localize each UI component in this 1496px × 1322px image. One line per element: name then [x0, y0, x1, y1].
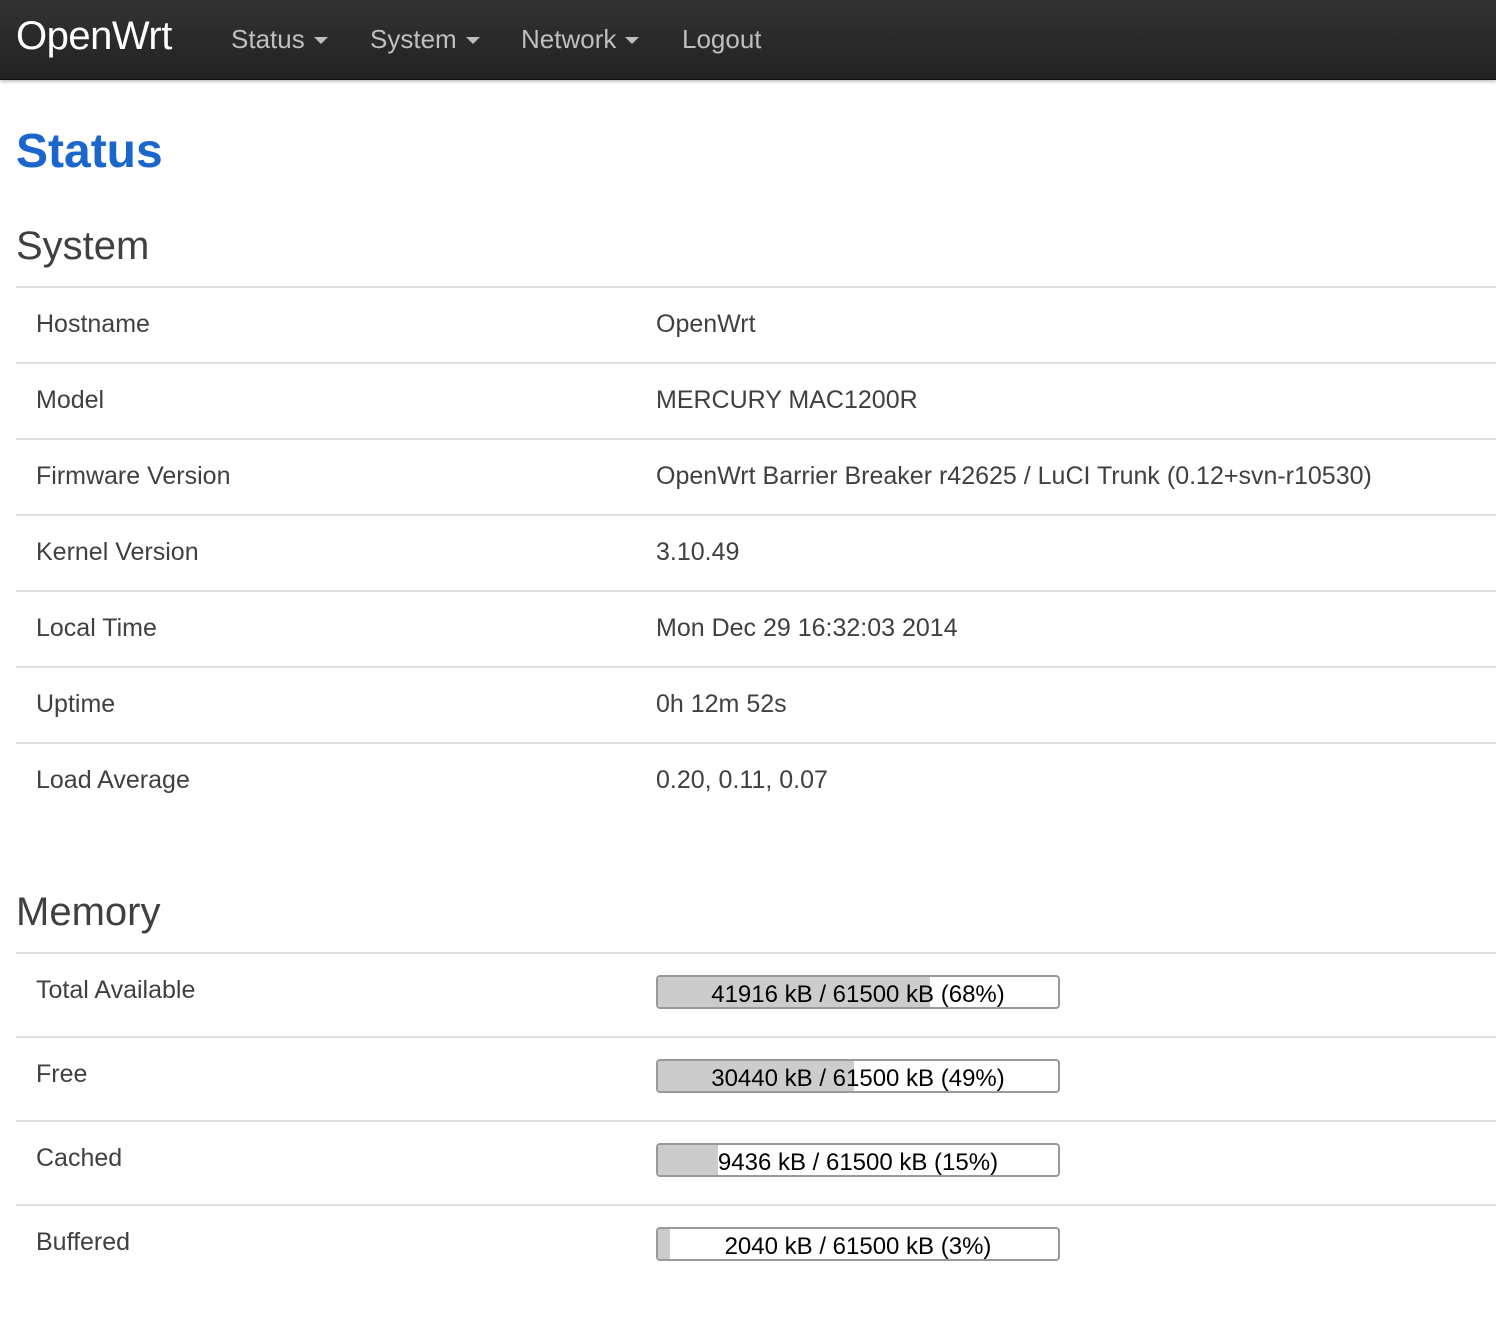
row-label: Hostname	[36, 310, 150, 338]
chevron-down-icon	[465, 37, 480, 44]
memory-info-table: Total Available 41916 kB / 61500 kB (68%…	[16, 952, 1496, 1290]
chevron-down-icon	[313, 37, 328, 44]
table-row: Total Available 41916 kB / 61500 kB (68%…	[16, 954, 1496, 1038]
memory-section-heading: Memory	[16, 890, 161, 934]
nav-status-label: Status	[231, 24, 305, 54]
row-value: 0.20, 0.11, 0.07	[656, 766, 828, 794]
row-label: Local Time	[36, 614, 157, 642]
row-label: Cached	[36, 1144, 123, 1172]
system-section-heading: System	[16, 224, 150, 268]
row-label: Free	[36, 1060, 88, 1088]
table-row: Firmware Version OpenWrt Barrier Breaker…	[16, 440, 1496, 516]
row-value: OpenWrt Barrier Breaker r42625 / LuCI Tr…	[656, 462, 1372, 490]
system-info-table: Hostname OpenWrt Model MERCURY MAC1200R …	[16, 286, 1496, 820]
progress-text: 41916 kB / 61500 kB (68%)	[711, 981, 1005, 1008]
progress-text: 2040 kB / 61500 kB (3%)	[724, 1233, 992, 1260]
row-value: Mon Dec 29 16:32:03 2014	[656, 614, 958, 642]
nav-logout-link[interactable]: Logout	[682, 24, 762, 55]
memory-progress-bar: 2040 kB / 61500 kB (3%)	[656, 1227, 1060, 1261]
nav-system-label: System	[370, 24, 457, 54]
nav-system-menu[interactable]: System	[370, 24, 480, 55]
table-row: Load Average 0.20, 0.11, 0.07	[16, 744, 1496, 820]
nav-network-menu[interactable]: Network	[521, 24, 640, 55]
nav-network-label: Network	[521, 24, 617, 54]
row-label: Model	[36, 386, 105, 414]
table-row: Hostname OpenWrt	[16, 288, 1496, 364]
table-row: Cached 9436 kB / 61500 kB (15%)	[16, 1122, 1496, 1206]
row-label: Uptime	[36, 690, 116, 718]
brand-logo[interactable]: OpenWrt	[16, 14, 172, 59]
nav-logout-label: Logout	[682, 24, 762, 54]
chevron-down-icon	[625, 37, 640, 44]
row-value: OpenWrt	[656, 310, 756, 338]
memory-progress-bar: 9436 kB / 61500 kB (15%)	[656, 1143, 1060, 1177]
table-row: Local Time Mon Dec 29 16:32:03 2014	[16, 592, 1496, 668]
table-row: Kernel Version 3.10.49	[16, 516, 1496, 592]
row-label: Load Average	[36, 766, 190, 794]
table-row: Uptime 0h 12m 52s	[16, 668, 1496, 744]
row-value: MERCURY MAC1200R	[656, 386, 918, 414]
row-value: 3.10.49	[656, 538, 740, 566]
row-label: Total Available	[36, 976, 196, 1004]
row-label: Firmware Version	[36, 462, 231, 490]
progress-text: 30440 kB / 61500 kB (49%)	[711, 1065, 1005, 1092]
row-label: Buffered	[36, 1228, 131, 1256]
nav-status-menu[interactable]: Status	[231, 24, 328, 55]
memory-progress-bar: 30440 kB / 61500 kB (49%)	[656, 1059, 1060, 1093]
memory-progress-bar: 41916 kB / 61500 kB (68%)	[656, 975, 1060, 1009]
row-value: 0h 12m 52s	[656, 690, 787, 718]
page-title: Status	[16, 125, 163, 178]
table-row: Buffered 2040 kB / 61500 kB (3%)	[16, 1206, 1496, 1290]
table-row: Model MERCURY MAC1200R	[16, 364, 1496, 440]
progress-text: 9436 kB / 61500 kB (15%)	[717, 1149, 999, 1176]
row-label: Kernel Version	[36, 538, 199, 566]
top-navbar: OpenWrt Status System Network Logout	[0, 0, 1496, 80]
table-row: Free 30440 kB / 61500 kB (49%)	[16, 1038, 1496, 1122]
